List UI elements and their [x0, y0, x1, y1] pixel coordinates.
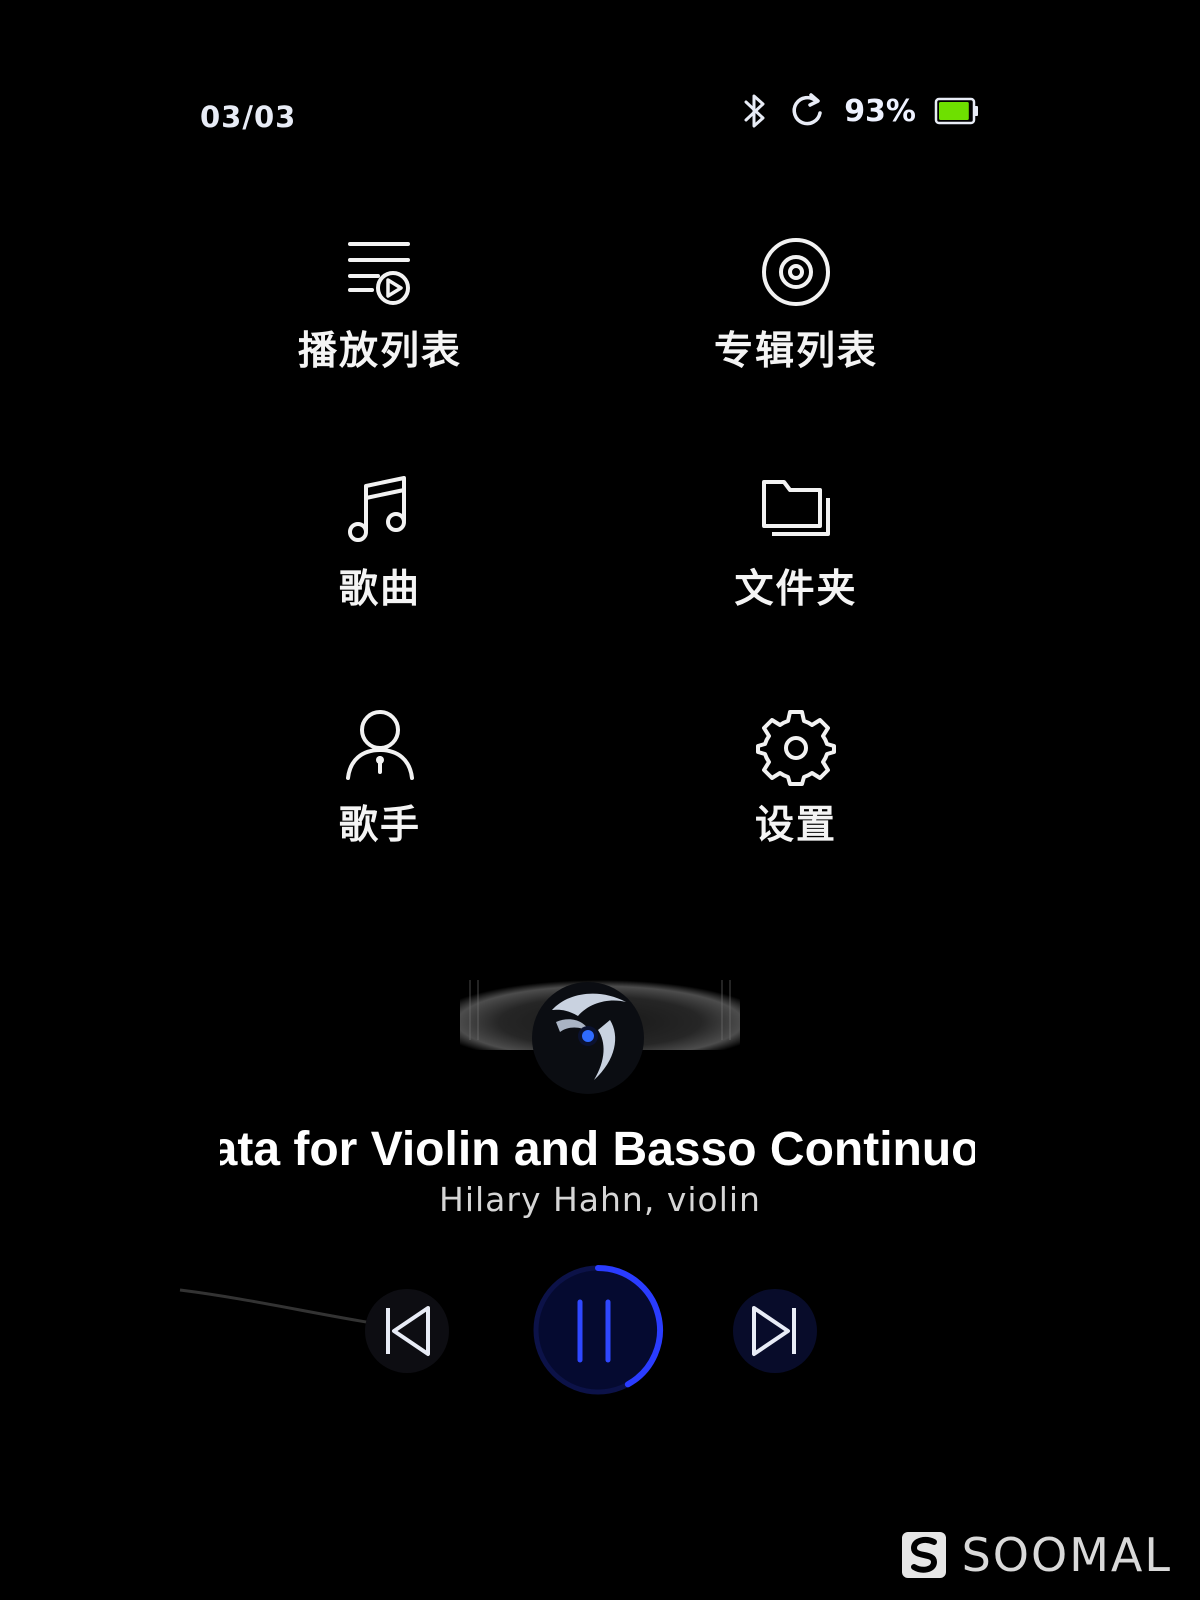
now-playing-title[interactable]: Sonata for Violin and Basso Continuo in …	[220, 1122, 975, 1182]
music-note-icon	[348, 476, 406, 542]
menu-item-label: 歌曲	[338, 567, 421, 612]
previous-button[interactable]	[362, 1286, 452, 1376]
menu-item-label: 歌手	[338, 803, 421, 848]
menu-item-label: 播放列表	[297, 329, 462, 374]
now-playing-artist: Hilary Hahn, violin	[439, 1180, 761, 1219]
watermark: SOOMAL	[900, 1528, 1172, 1582]
soomal-logo	[901, 1532, 946, 1578]
album-cover-icon	[460, 900, 740, 1094]
playlist-icon	[348, 242, 410, 305]
menu-item-label: 设置	[754, 803, 837, 848]
next-button[interactable]	[730, 1286, 820, 1376]
menu-item-label: 文件夹	[734, 567, 858, 612]
play-pause-button[interactable]	[528, 1260, 668, 1400]
menu-item-playlist[interactable]: 播放列表	[240, 232, 520, 382]
artist-icon	[346, 710, 414, 780]
menu-item-albums[interactable]: 专辑列表	[656, 232, 936, 382]
menu-item-label: 专辑列表	[713, 329, 878, 374]
album-disc-icon	[762, 238, 830, 306]
menu-item-songs[interactable]: 歌曲	[240, 470, 520, 620]
gear-icon	[756, 710, 836, 786]
album-art[interactable]	[460, 900, 740, 1100]
folder-icon	[762, 480, 830, 536]
menu-item-settings[interactable]: 设置	[656, 706, 936, 856]
menu-item-folders[interactable]: 文件夹	[656, 470, 936, 620]
watermark-text: SOOMAL	[961, 1528, 1172, 1582]
playback-controls	[0, 1265, 1200, 1430]
menu-item-artists[interactable]: 歌手	[240, 706, 520, 856]
